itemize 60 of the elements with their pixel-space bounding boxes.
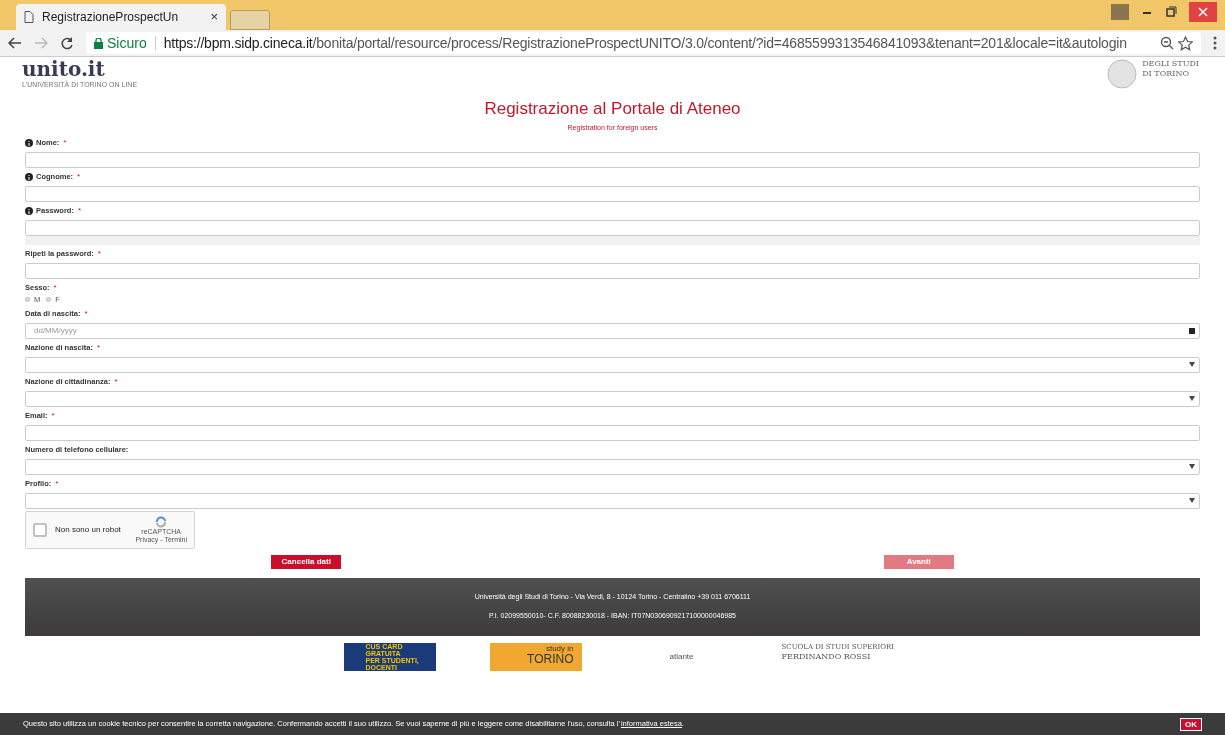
required-asterisk: * xyxy=(97,248,101,260)
atlante-logo[interactable]: atlante xyxy=(635,642,728,671)
info-icon xyxy=(25,139,33,147)
dropdown-caret-icon xyxy=(1189,362,1195,367)
text-field[interactable] xyxy=(25,262,1200,279)
lock-icon xyxy=(94,37,103,49)
university-name-line: DEGLI STUDI xyxy=(1142,59,1199,69)
secure-label: Sicuro xyxy=(107,33,147,53)
required-asterisk: * xyxy=(63,137,67,149)
select-field[interactable] xyxy=(25,458,1200,475)
menu-icon[interactable] xyxy=(1213,36,1217,50)
university-name-line: DI TORINO xyxy=(1142,69,1190,79)
forward-icon[interactable] xyxy=(34,37,48,49)
zoom-icon[interactable] xyxy=(1160,36,1174,50)
password-field[interactable] xyxy=(25,219,1200,236)
required-asterisk: * xyxy=(77,171,81,183)
info-icon xyxy=(25,173,33,181)
select-field[interactable] xyxy=(25,356,1200,373)
site-logo[interactable]: unito.it xyxy=(22,58,138,80)
browser-tab[interactable]: RegistrazioneProspectUn × xyxy=(16,4,226,30)
tab-close-button[interactable]: × xyxy=(210,7,218,27)
reload-icon[interactable] xyxy=(60,36,74,50)
required-asterisk: * xyxy=(84,308,88,320)
required-asterisk: * xyxy=(53,282,57,294)
new-tab-button[interactable] xyxy=(230,10,270,30)
dropdown-caret-icon xyxy=(1189,396,1195,401)
dropdown-caret-icon xyxy=(1189,498,1195,503)
required-asterisk: * xyxy=(55,478,59,490)
form-button[interactable]: Cancella dati xyxy=(271,554,342,569)
close-icon[interactable] xyxy=(1189,2,1217,22)
radio-button[interactable] xyxy=(25,297,30,302)
address-bar[interactable]: Sicuro https://bpm.sidp.cineca.it/bonita/portal/resource/process/RegistrazioneProspectUNITO/3.0/content/?id=4685599313546841093&tenant=201&locale=it&autologin xyxy=(86,32,1201,54)
required-asterisk: * xyxy=(96,342,101,354)
radio-button[interactable] xyxy=(46,297,52,302)
tab-title: RegistrazioneProspectUn xyxy=(42,9,180,26)
url-text: https://bpm.sidp.cineca.it/bonita/portal/resource/process/RegistrazioneProspectUNITO/3.0/content/?id=4685599313546841093&tenant=201&locale=it&autologin xyxy=(163,33,1127,53)
calendar-icon[interactable] xyxy=(1189,327,1195,334)
captcha-label: Non sono un robot xyxy=(55,523,122,536)
text-field[interactable] xyxy=(25,151,1200,168)
text-field[interactable] xyxy=(25,185,1200,202)
info-icon xyxy=(25,207,33,215)
required-asterisk: * xyxy=(114,376,118,388)
required-asterisk: * xyxy=(51,410,55,422)
form-button: Avanti xyxy=(883,554,954,569)
required-asterisk: * xyxy=(77,205,82,217)
study-in-torino-logo[interactable]: study in TORINO xyxy=(489,642,582,671)
back-icon[interactable] xyxy=(8,37,22,49)
recaptcha-logo-icon xyxy=(155,515,168,528)
dropdown-caret-icon xyxy=(1189,464,1195,469)
captcha-checkbox[interactable] xyxy=(33,522,47,537)
cookie-ok-button[interactable]: OK xyxy=(1180,717,1202,731)
select-field[interactable] xyxy=(25,492,1200,509)
date-placeholder: dd/MM/yyyy xyxy=(34,324,78,337)
university-seal-icon xyxy=(1106,59,1139,89)
text-field[interactable] xyxy=(25,424,1200,441)
page-icon xyxy=(24,11,34,23)
restore-icon[interactable] xyxy=(1165,6,1177,18)
page-title: Registrazione al Portale di Ateneo xyxy=(484,99,741,119)
select-field[interactable] xyxy=(25,390,1200,407)
star-icon[interactable] xyxy=(1178,35,1193,51)
